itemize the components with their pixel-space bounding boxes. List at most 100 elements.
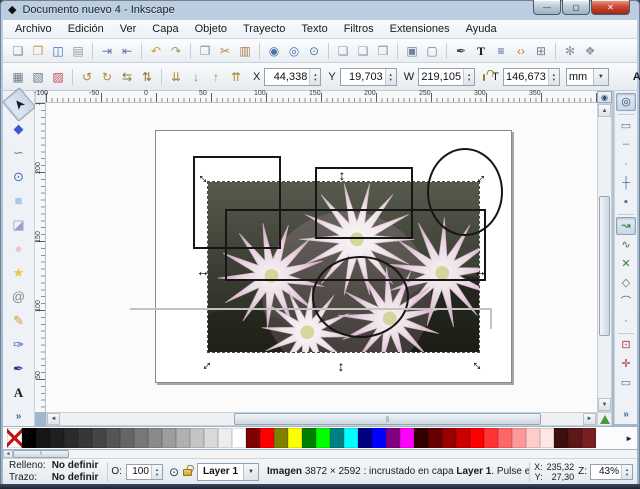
color-swatch[interactable] <box>246 428 260 448</box>
chevron-down-icon[interactable] <box>243 463 259 480</box>
color-swatch[interactable] <box>428 428 442 448</box>
color-swatch[interactable] <box>92 428 106 448</box>
color-swatch[interactable] <box>176 428 190 448</box>
color-swatch[interactable] <box>400 428 414 448</box>
opacity-input[interactable]: 100 <box>125 463 163 480</box>
color-swatch[interactable] <box>78 428 92 448</box>
color-swatch[interactable] <box>190 428 204 448</box>
color-swatch[interactable] <box>484 428 498 448</box>
selection-handle-s[interactable]: ↕ <box>334 359 348 373</box>
snap-smooth-nodes-icon[interactable]: ⌒ <box>616 293 636 311</box>
height-spinner[interactable] <box>547 68 559 85</box>
palette-scroll-thumb[interactable] <box>13 450 69 458</box>
color-swatch[interactable] <box>512 428 526 448</box>
document-open-icon[interactable]: ❐ <box>29 42 47 60</box>
y-input[interactable]: 19,703 <box>339 67 397 86</box>
snap-bbox-corners-icon[interactable]: ∙ <box>616 155 636 173</box>
scroll-up-icon[interactable] <box>598 104 611 117</box>
maximize-button[interactable]: ▢ <box>562 0 590 15</box>
menu-item[interactable]: Capa <box>144 21 186 37</box>
color-swatch[interactable] <box>330 428 344 448</box>
snap-nodes-icon[interactable]: ↝ <box>616 217 636 235</box>
document-properties-icon[interactable]: ❖ <box>581 42 599 60</box>
path-line[interactable] <box>130 308 490 310</box>
select-all-layers-icon[interactable]: ▧ <box>29 68 47 86</box>
undo-icon[interactable]: ↶ <box>147 42 165 60</box>
scroll-right-icon[interactable] <box>583 413 596 425</box>
titlebar[interactable]: ◆ Documento nuevo 4 - Inkscape — ▢ ✕ <box>0 0 640 20</box>
snap-line-midpoints-icon[interactable]: ∙ <box>616 312 636 330</box>
horizontal-scrollbar[interactable] <box>46 412 597 426</box>
opacity-spinner[interactable] <box>150 464 162 479</box>
horizontal-ruler[interactable]: -100 -50 0 50 100 150 200 250 300 350 <box>34 90 597 103</box>
select-all-icon[interactable]: ▦ <box>9 68 27 86</box>
spiral-tool-icon[interactable]: @ <box>6 285 32 308</box>
unlink-clone-icon[interactable]: ❒ <box>374 42 392 60</box>
menu-item[interactable]: Ver <box>112 21 145 37</box>
star-tool-icon[interactable]: ★ <box>6 261 32 284</box>
selection-handle-e[interactable]: ↔ <box>473 264 487 278</box>
zoom-spinner[interactable] <box>621 464 632 479</box>
snap-rotation-centers-icon[interactable]: ✛ <box>616 355 636 373</box>
zoom-selection-icon[interactable]: ◉ <box>265 42 283 60</box>
paste-icon[interactable]: ▥ <box>236 42 254 60</box>
color-swatch[interactable] <box>204 428 218 448</box>
bezier-tool-icon[interactable]: ✑ <box>6 333 32 356</box>
x-spinner[interactable] <box>309 68 321 85</box>
zoom-input[interactable]: 43% <box>590 463 633 480</box>
ellipse-object[interactable] <box>427 148 503 236</box>
snap-bbox-centers-icon[interactable]: ▪ <box>616 193 636 211</box>
rotate-cw-icon[interactable]: ↻ <box>98 68 116 86</box>
close-button[interactable]: ✕ <box>591 0 630 15</box>
vertical-scroll-thumb[interactable] <box>599 196 610 336</box>
document-new-icon[interactable]: ❏ <box>9 42 27 60</box>
horizontal-scroll-thumb[interactable] <box>234 413 541 425</box>
chevron-down-icon[interactable] <box>592 68 608 85</box>
color-swatch[interactable] <box>414 428 428 448</box>
x-input[interactable]: 44,338 <box>264 67 322 86</box>
color-swatch[interactable] <box>456 428 470 448</box>
horizontal-scroll-track[interactable] <box>60 413 583 425</box>
color-swatch[interactable] <box>106 428 120 448</box>
box3d-tool-icon[interactable]: ◪ <box>6 213 32 236</box>
raise-icon[interactable]: ↑ <box>207 68 225 86</box>
fill-stroke-indicator[interactable]: Relleno: No definir Trazo: No definir <box>3 460 104 484</box>
path-line[interactable] <box>490 308 492 329</box>
color-swatch[interactable] <box>526 428 540 448</box>
color-swatch[interactable] <box>386 428 400 448</box>
create-clone-icon[interactable]: ❑ <box>354 42 372 60</box>
lower-icon[interactable]: ↓ <box>187 68 205 86</box>
export-icon[interactable]: ⇤ <box>118 42 136 60</box>
palette-scroll-right-icon[interactable] <box>625 434 633 443</box>
color-swatch[interactable] <box>344 428 358 448</box>
scroll-left-icon[interactable] <box>47 413 60 425</box>
color-swatch[interactable] <box>232 428 246 448</box>
lower-to-bottom-icon[interactable]: ⇊ <box>167 68 185 86</box>
color-swatch[interactable] <box>442 428 456 448</box>
color-swatch[interactable] <box>540 428 554 448</box>
group-icon[interactable]: ▣ <box>403 42 421 60</box>
deselect-icon[interactable]: ▨ <box>49 68 67 86</box>
color-swatch[interactable] <box>50 428 64 448</box>
color-swatch[interactable] <box>218 428 232 448</box>
width-spinner[interactable] <box>463 68 475 85</box>
menu-item[interactable]: Edición <box>60 21 112 37</box>
color-swatch[interactable] <box>148 428 162 448</box>
preferences-icon[interactable]: ✻ <box>561 42 579 60</box>
snap-bbox-edge-midpoints-icon[interactable]: ┼ <box>616 174 636 192</box>
snap-object-centers-icon[interactable]: ⊡ <box>616 336 636 354</box>
text-tool-icon[interactable]: A <box>6 381 32 404</box>
color-swatch[interactable] <box>302 428 316 448</box>
rectangle-tool-icon[interactable]: ■ <box>6 189 32 212</box>
snap-paths-icon[interactable]: ∿ <box>616 236 636 254</box>
layer-visibility-eye-icon[interactable]: ⊙ <box>169 465 179 479</box>
color-managed-display-button[interactable] <box>597 412 612 426</box>
duplicate-icon[interactable]: ❏ <box>334 42 352 60</box>
menu-item[interactable]: Objeto <box>187 21 235 37</box>
snap-page-border-icon[interactable]: ▭ <box>616 374 636 392</box>
width-input[interactable]: 219,105 <box>418 67 476 86</box>
layer-lock-icon[interactable] <box>183 469 192 476</box>
color-swatch[interactable] <box>120 428 134 448</box>
raise-to-top-icon[interactable]: ⇈ <box>227 68 245 86</box>
selection-handle-w[interactable]: ↔ <box>196 264 210 278</box>
